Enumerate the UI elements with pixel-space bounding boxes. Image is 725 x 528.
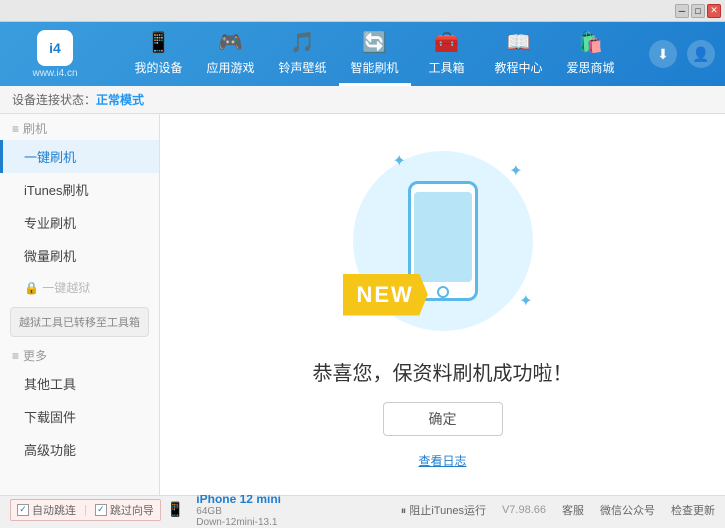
nav-apps-icon: 🎮: [218, 30, 243, 55]
section-icon: ≡: [12, 122, 19, 136]
sidebar-item-onekey-flash[interactable]: 一键刷机: [0, 140, 159, 173]
nav-device-icon: 📱: [146, 30, 171, 55]
auto-reconnect-checkbox[interactable]: ✓ 自动跳连: [17, 502, 76, 518]
nav-toolbox-icon: 🧰: [434, 30, 459, 55]
nav-toolbox[interactable]: 🧰 工具箱: [411, 22, 483, 86]
download-button[interactable]: ⬇: [649, 40, 677, 68]
status-bar: 设备连接状态： 正常模式: [0, 86, 725, 114]
status-value: 正常模式: [96, 91, 144, 108]
version-text: V7.98.66: [502, 504, 546, 516]
sparkle-icon-2: ✦: [393, 151, 406, 171]
nav-tutorial-icon: 📖: [506, 30, 531, 55]
nav-ringtone-icon: 🎵: [290, 30, 315, 55]
success-panel: ✦ ✦ ✦ NEW 恭喜您，保资料刷机成功啦！ 确定 查看日志: [313, 141, 573, 469]
title-bar: ─ □ ✕: [0, 0, 725, 22]
nav-my-device[interactable]: 📱 我的设备: [123, 22, 195, 86]
device-icon: 📱: [167, 501, 184, 518]
wechat-link[interactable]: 微信公众号: [600, 502, 655, 518]
sidebar-jailbreak-notice: 越狱工具已转移至工具箱: [10, 307, 149, 337]
sidebar-item-other-tools[interactable]: 其他工具: [0, 367, 159, 400]
close-button[interactable]: ✕: [707, 4, 721, 18]
nav-ringtone[interactable]: 🎵 铃声壁纸: [267, 22, 339, 86]
sidebar-item-micro-flash[interactable]: 微量刷机: [0, 239, 159, 272]
sparkle-icon-1: ✦: [509, 161, 522, 181]
success-text: 恭喜您，保资料刷机成功啦！: [313, 357, 573, 386]
nav-smart-flash[interactable]: 🔄 智能刷机: [339, 22, 411, 86]
confirm-button[interactable]: 确定: [383, 402, 503, 436]
sparkle-icon-3: ✦: [519, 291, 532, 311]
more-section-icon: ≡: [12, 349, 19, 363]
stop-itunes-button[interactable]: ⏸ 阻止iTunes运行: [401, 502, 486, 518]
sidebar: ≡ 刷机 一键刷机 iTunes刷机 专业刷机 微量刷机 🔒 一键越狱 越狱工具…: [0, 114, 160, 495]
nav-shop[interactable]: 🛍️ 爱思商城: [555, 22, 627, 86]
device-info: iPhone 12 mini 64GB Down-12mini-13.1: [196, 492, 281, 528]
customer-service-link[interactable]: 客服: [562, 502, 584, 518]
sidebar-section-more: ≡ 更多: [0, 341, 159, 367]
checkbox-group: ✓ 自动跳连 | ✓ 跳过向导: [10, 499, 161, 521]
nav-tutorials[interactable]: 📖 教程中心: [483, 22, 555, 86]
nav-apps[interactable]: 🎮 应用游戏: [195, 22, 267, 86]
lock-icon: 🔒: [24, 281, 39, 295]
sidebar-item-pro-flash[interactable]: 专业刷机: [0, 206, 159, 239]
phone-screen: [414, 192, 472, 282]
maximize-button[interactable]: □: [691, 4, 705, 18]
logo-area: i4 www.i4.cn: [10, 30, 100, 79]
sidebar-jailbreak-disabled: 🔒 一键越狱: [0, 272, 159, 303]
logo-site: www.i4.cn: [32, 68, 77, 79]
nav-shop-icon: 🛍️: [578, 30, 603, 55]
skip-wizard-checkbox[interactable]: ✓ 跳过向导: [95, 502, 154, 518]
sidebar-section-flash: ≡ 刷机: [0, 114, 159, 140]
bottom-left: ✓ 自动跳连 | ✓ 跳过向导 📱 iPhone 12 mini 64GB Do…: [10, 492, 393, 528]
phone-illustration: ✦ ✦ ✦ NEW: [343, 141, 543, 341]
minimize-button[interactable]: ─: [675, 4, 689, 18]
view-log-link[interactable]: 查看日志: [418, 452, 466, 469]
bottom-bar: ✓ 自动跳连 | ✓ 跳过向导 📱 iPhone 12 mini 64GB Do…: [0, 495, 725, 523]
logo-icon: i4: [37, 30, 73, 66]
nav-items: 📱 我的设备 🎮 应用游戏 🎵 铃声壁纸 🔄 智能刷机 🧰 工具箱 📖 教程中心…: [100, 22, 649, 86]
nav-flash-icon: 🔄: [362, 30, 387, 55]
main-layout: ≡ 刷机 一键刷机 iTunes刷机 专业刷机 微量刷机 🔒 一键越狱 越狱工具…: [0, 114, 725, 495]
top-nav: i4 www.i4.cn 📱 我的设备 🎮 应用游戏 🎵 铃声壁纸 🔄 智能刷机…: [0, 22, 725, 86]
check-update-link[interactable]: 检查更新: [671, 502, 715, 518]
bottom-right: ⏸ 阻止iTunes运行 V7.98.66 客服 微信公众号 检查更新: [401, 502, 715, 518]
auto-reconnect-check: ✓: [17, 504, 29, 516]
skip-wizard-check: ✓: [95, 504, 107, 516]
status-label: 设备连接状态：: [12, 91, 96, 108]
sidebar-item-advanced[interactable]: 高级功能: [0, 433, 159, 466]
nav-right-buttons: ⬇ 👤: [649, 40, 715, 68]
phone-home-button: [437, 286, 449, 298]
device-storage: 64GB: [196, 506, 281, 517]
sidebar-item-download-firmware[interactable]: 下载固件: [0, 400, 159, 433]
sidebar-item-itunes-flash[interactable]: iTunes刷机: [0, 173, 159, 206]
device-firmware: Down-12mini-13.1: [196, 517, 281, 528]
user-button[interactable]: 👤: [687, 40, 715, 68]
new-badge: NEW: [343, 274, 428, 316]
content-area: ✦ ✦ ✦ NEW 恭喜您，保资料刷机成功啦！ 确定 查看日志: [160, 114, 725, 495]
